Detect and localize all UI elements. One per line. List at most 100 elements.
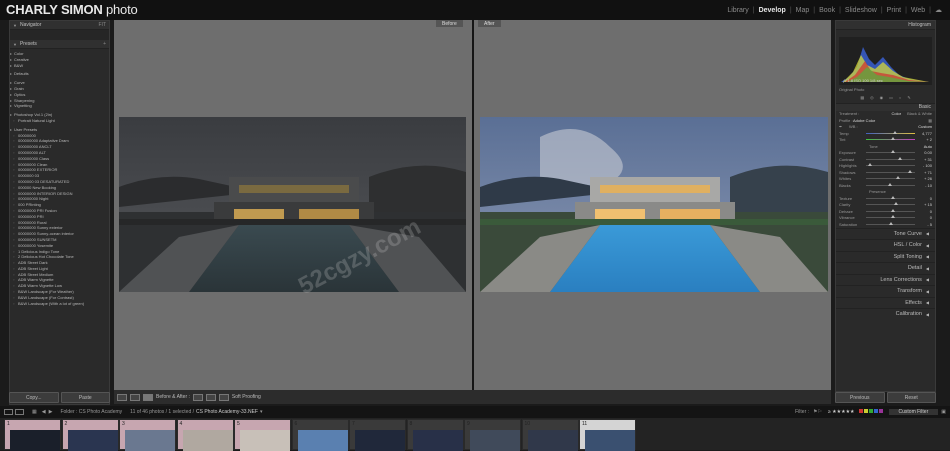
basic-header[interactable]: Basic [836,102,935,111]
presets-header[interactable]: ▼ Presets + [10,40,109,49]
slider-track[interactable] [866,215,915,219]
wb-value[interactable]: Custom [918,124,932,129]
filmstrip-thumbnail[interactable]: 7 [349,419,406,451]
eyedropper-icon[interactable]: ✒ [839,124,849,129]
folder-text[interactable]: Folder : CS Photo Academy [60,409,122,415]
module-book[interactable]: Book [815,7,839,14]
filmstrip-thumbnail[interactable]: 10 [521,419,579,451]
module-slideshow[interactable]: Slideshow [841,7,881,14]
tint-value[interactable]: + 2 [918,137,932,142]
proof-toggle-icon[interactable] [218,393,229,401]
slider-value[interactable]: + 26 [918,176,932,181]
add-preset-icon[interactable]: + [103,41,106,47]
panel-section-header[interactable]: Effects ◀ [836,296,935,308]
slider-knob[interactable] [907,169,912,173]
slider-value[interactable]: 0.00 [918,150,932,155]
preset-item[interactable]: B&W Landscape (With a lot of green) [10,301,109,307]
panel-section-header[interactable]: Lens Corrections ◀ [836,273,935,285]
slider-track[interactable] [866,195,915,199]
slider-knob[interactable] [890,208,895,212]
radial-filter-icon[interactable]: ○ [899,95,901,100]
slider-knob[interactable] [894,202,899,206]
loupe-view-icon[interactable] [117,393,127,401]
soft-proofing-label[interactable]: Soft Proofing [232,394,261,400]
side-by-side-icon[interactable] [143,393,153,401]
module-library[interactable]: Library [723,7,752,14]
panel-section-header[interactable]: Split Toning ◀ [836,250,935,262]
slider-track[interactable] [866,176,915,180]
slider-value[interactable]: - 10 [918,183,932,188]
slider-knob[interactable] [890,215,895,219]
slider-track[interactable] [866,208,915,212]
custom-filter-select[interactable]: Custom Filter [888,409,939,415]
histogram-header[interactable]: Histogram [836,21,935,30]
slider-knob[interactable] [897,156,902,160]
slider-knob[interactable] [890,195,895,199]
slider-value[interactable]: 0 [918,196,932,201]
navigator-zoom[interactable]: FIT [99,22,107,28]
panel-section-header[interactable]: Detail ◀ [836,262,935,274]
navigator-header[interactable]: ▼ Navigator FIT [10,21,109,30]
cloud-icon[interactable]: ☁ [935,6,942,14]
temp-knob[interactable] [892,130,897,134]
filmstrip-thumbnail[interactable]: 4 [176,419,234,451]
module-map[interactable]: Map [792,7,814,14]
graduated-filter-icon[interactable]: ▭ [889,95,893,100]
filmstrip-thumbnail[interactable]: 11 [579,419,636,451]
color-label-filters[interactable] [858,409,883,415]
forward-arrow-icon[interactable]: ▶ [49,409,53,415]
panel-section-header[interactable]: Calibration ◀ [836,308,935,320]
slider-value[interactable]: + 15 [918,202,932,207]
slider-track[interactable] [866,150,915,154]
copy-settings-icon[interactable] [205,393,216,401]
slider-knob[interactable] [889,221,894,225]
profile-browser-icon[interactable]: ▦ [928,118,932,123]
slider-value[interactable]: - 5 [918,222,932,227]
panel-section-header[interactable]: Transform ◀ [836,285,935,297]
slider-track[interactable] [866,169,915,173]
crop-icon[interactable]: ▦ [860,95,864,100]
treatment-color[interactable]: Color [892,111,902,116]
profile-value[interactable]: Adobe Color [853,118,875,123]
filmstrip-thumbnail[interactable]: 2 [61,419,119,451]
reset-button[interactable]: Reset [886,392,936,403]
swap-icon[interactable] [192,393,203,401]
filmstrip-thumbnail[interactable]: 1 [4,419,61,451]
paste-button[interactable]: Paste [60,392,110,403]
treatment-bw[interactable]: Black & White [907,111,932,116]
slider-track[interactable] [866,202,915,206]
back-arrow-icon[interactable]: ◀ [42,409,46,415]
tint-track[interactable] [866,137,915,141]
panel-section-header[interactable]: HSL / Color ◀ [836,239,935,251]
tint-knob[interactable] [890,137,895,141]
grid-icon[interactable]: ▦ [32,409,37,415]
slider-value[interactable]: 0 [918,209,932,214]
previous-button[interactable]: Previous [835,392,885,403]
slider-knob[interactable] [868,163,873,167]
temp-track[interactable] [866,130,915,134]
auto-button[interactable]: Auto [924,144,932,149]
slider-track[interactable] [866,221,915,225]
red-eye-icon[interactable]: ◉ [880,95,884,100]
copy-button[interactable]: Copy... [9,392,59,403]
filmstrip-thumbnail[interactable]: 8 [406,419,464,451]
slider-track[interactable] [866,156,915,160]
slider-track[interactable] [866,182,915,186]
module-web[interactable]: Web [907,7,929,14]
slider-value[interactable]: 0 [918,215,932,220]
display-1-icon[interactable] [4,409,13,415]
star-filters[interactable]: ≥ ★★★★★ [828,409,855,415]
module-print[interactable]: Print [883,7,905,14]
slider-track[interactable] [866,163,915,167]
module-develop[interactable]: Develop [755,7,790,14]
temp-value[interactable]: 4,777 [918,131,932,136]
filmbar-dropdown-icon[interactable]: ▾ [260,409,263,415]
filmstrip-thumbnail[interactable]: 3 [119,419,176,451]
filmstrip-thumbnail[interactable]: 5 [234,419,291,451]
navigator-preview[interactable] [10,30,109,40]
slider-value[interactable]: + 71 [918,170,932,175]
display-2-icon[interactable] [15,409,24,415]
slider-knob[interactable] [888,182,893,186]
slider-knob[interactable] [896,176,901,180]
filmstrip-thumbnail[interactable]: 6 [291,419,349,451]
